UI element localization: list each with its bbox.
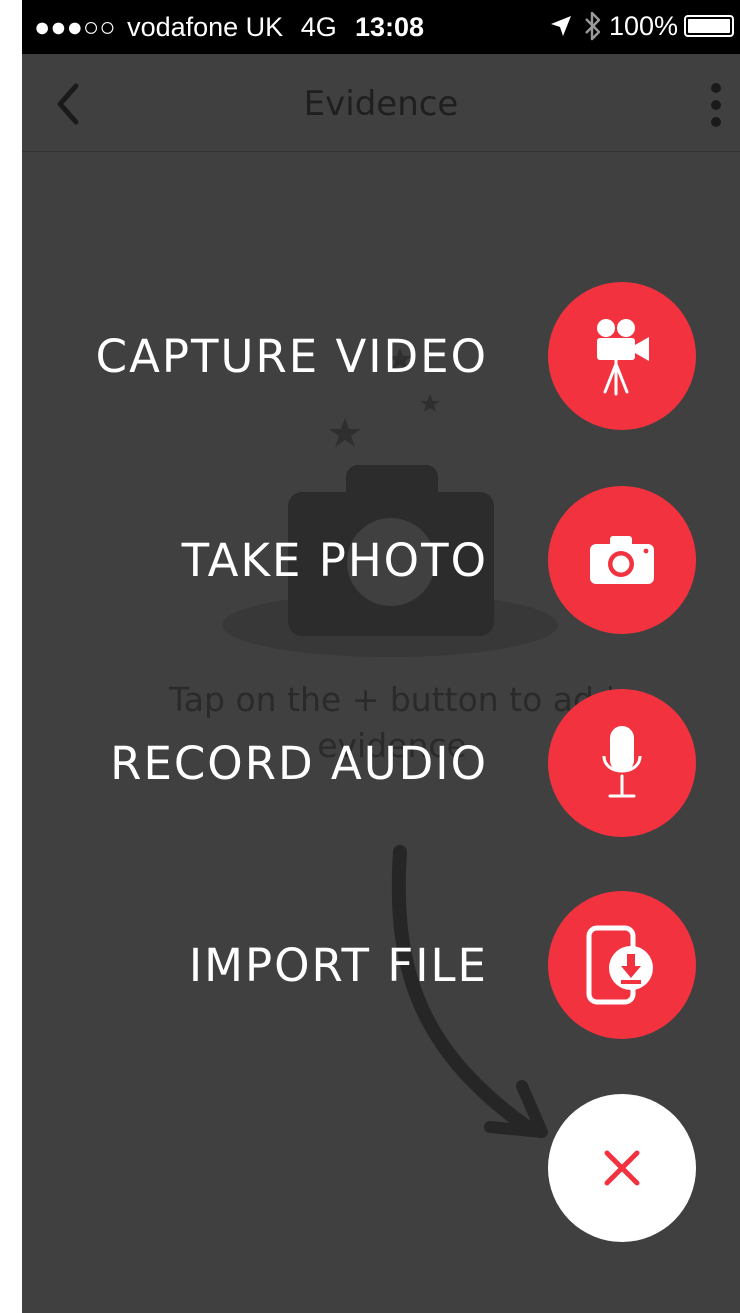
page-title: Evidence bbox=[303, 84, 459, 124]
video-camera-icon bbox=[597, 319, 649, 396]
close-menu-button[interactable] bbox=[548, 1094, 696, 1242]
microphone-icon bbox=[602, 726, 642, 798]
close-icon bbox=[604, 1150, 640, 1186]
status-left: ●●●○○ vodafone UK 4G bbox=[34, 12, 337, 43]
status-bar: ●●●○○ vodafone UK 4G 13:08 100% bbox=[22, 0, 740, 54]
more-options-button[interactable] bbox=[704, 80, 728, 130]
location-arrow-icon bbox=[550, 16, 571, 36]
record-audio-button[interactable] bbox=[548, 689, 696, 837]
phone-screen: ●●●○○ vodafone UK 4G 13:08 100% Evidence bbox=[22, 0, 740, 1313]
vertical-dots-icon bbox=[711, 83, 721, 127]
carrier-name: vodafone UK bbox=[127, 12, 284, 42]
navigation-bar: Evidence bbox=[22, 54, 740, 152]
record-audio-label[interactable]: RECORD AUDIO bbox=[110, 737, 488, 790]
bluetooth-icon bbox=[585, 11, 601, 41]
capture-video-label[interactable]: CAPTURE VIDEO bbox=[96, 330, 488, 383]
import-file-button[interactable] bbox=[548, 891, 696, 1039]
import-file-label[interactable]: IMPORT FILE bbox=[189, 939, 488, 992]
take-photo-button[interactable] bbox=[548, 486, 696, 634]
capture-video-button[interactable] bbox=[548, 282, 696, 430]
phone-download-icon bbox=[586, 925, 653, 1005]
take-photo-label[interactable]: TAKE PHOTO bbox=[182, 534, 488, 587]
status-time: 13:08 bbox=[355, 12, 425, 42]
battery-icon bbox=[684, 15, 734, 37]
camera-icon bbox=[590, 536, 654, 584]
battery-fill bbox=[688, 19, 730, 33]
signal-strength: ●●●○○ bbox=[34, 12, 116, 42]
battery-percent: 100% bbox=[608, 10, 678, 41]
network-type: 4G bbox=[300, 12, 337, 42]
status-right: 100% bbox=[549, 10, 734, 42]
